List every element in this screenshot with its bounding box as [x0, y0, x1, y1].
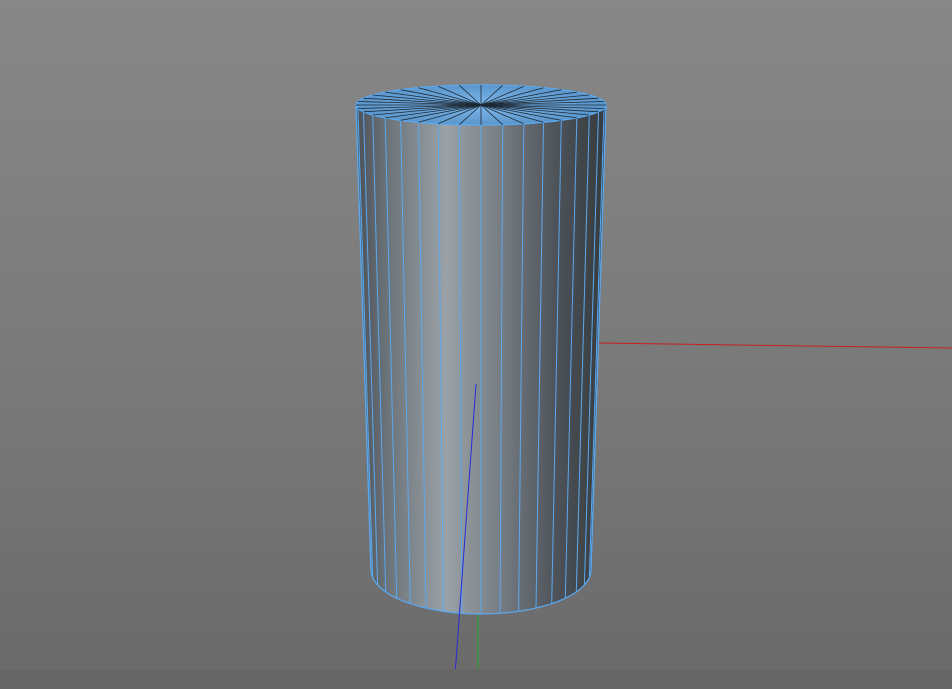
- x-axis-line: [597, 342, 952, 349]
- viewport-scene[interactable]: [0, 0, 952, 689]
- cylinder-object[interactable]: [355, 84, 607, 615]
- 3d-viewport[interactable]: [0, 0, 952, 689]
- viewport-bottom-strip: [0, 669, 952, 689]
